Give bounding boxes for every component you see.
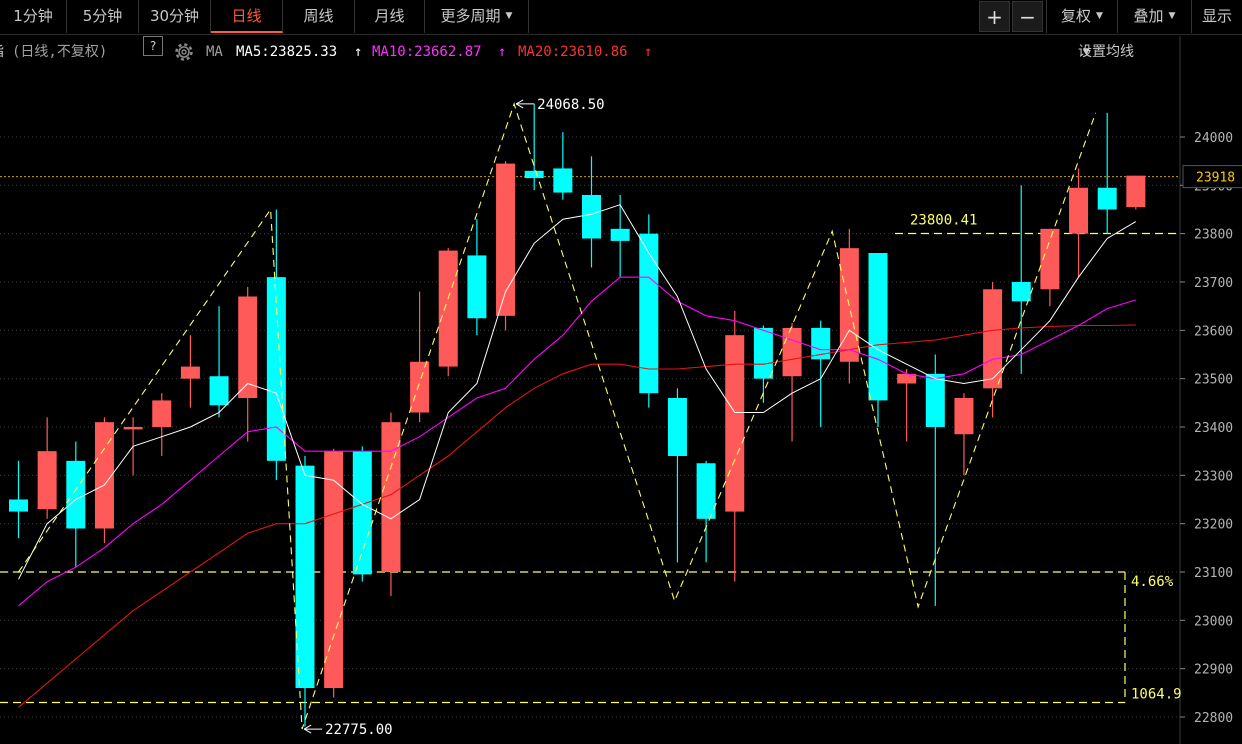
candle-body [696, 463, 716, 519]
candle-body [352, 451, 372, 575]
zoom-out-button[interactable]: − [1012, 1, 1043, 32]
candle-body [1097, 187, 1117, 210]
tab-1min[interactable]: 1分钟 [0, 0, 67, 33]
candle-body [438, 250, 458, 367]
y-tick-label: 23700 [1194, 276, 1233, 291]
y-tick-label: 23800 [1194, 228, 1233, 243]
low-label: 22775.00 [325, 722, 392, 738]
candle-body [753, 327, 773, 379]
y-tick-label: 23600 [1194, 324, 1233, 339]
range-points-label: 1064.9 [1131, 687, 1182, 703]
candle-body [725, 335, 745, 512]
candle-body [324, 451, 344, 688]
fuquan-dropdown[interactable]: 复权 ▼ [1046, 0, 1118, 33]
y-tick-label: 24000 [1194, 131, 1233, 146]
period-toolbar: 1分钟 5分钟 30分钟 日线 周线 月线 更多周期 ▼ + − 复权 ▼ 叠加 ▼ … [0, 0, 1242, 35]
candle-up [381, 412, 401, 597]
ma20-value: MA20:23610.86 [518, 44, 628, 60]
candle-body [1069, 187, 1089, 234]
y-tick-label: 23400 [1194, 421, 1233, 436]
y-tick-label: 23000 [1194, 614, 1233, 629]
candle-body [782, 327, 802, 377]
range-percent-label: 4.66% [1131, 574, 1174, 590]
ma5-value: MA5:23825.33 [236, 44, 338, 60]
candle-body [667, 398, 687, 456]
candle-body [925, 373, 945, 427]
candle-down [639, 214, 659, 408]
candle-body [180, 366, 200, 379]
chevron-down-icon: ▼ [505, 11, 513, 21]
candle-up [496, 161, 516, 331]
level-label: 23800.41 [910, 212, 977, 228]
high-label: 24068.50 [537, 97, 604, 113]
candle-up [438, 248, 458, 377]
candle-body [524, 170, 544, 179]
candle-body [582, 195, 601, 239]
chevron-down-icon: ▼ [1083, 47, 1090, 57]
y-tick-label: 22900 [1194, 663, 1233, 678]
candle-body [553, 168, 573, 193]
candlestick-chart: 22800 22900 23000 23100 23200 23300 23400 23500… [0, 0, 1242, 744]
candle-body [152, 400, 172, 427]
candle-down [352, 446, 372, 582]
more-periods-dropdown[interactable]: 更多周期 ▼ [425, 0, 529, 33]
candle-down [295, 456, 315, 727]
ma-label: MA [206, 44, 223, 60]
ma10-arrow-icon: ↑ [498, 44, 507, 60]
tab-monthly[interactable]: 月线 [355, 0, 425, 33]
chart-mode-label: (日线,不复权) [12, 44, 108, 60]
candle-body [610, 228, 630, 241]
candle-body [467, 255, 487, 319]
ma20-arrow-icon: ↑ [644, 44, 653, 60]
candle-body [410, 361, 430, 413]
overlay-label: 叠加 [1133, 7, 1164, 25]
candle-up [1126, 175, 1146, 210]
zoom-in-button[interactable]: + [979, 1, 1010, 32]
candle-body [868, 253, 888, 401]
chevron-down-icon: ▼ [1168, 11, 1176, 21]
candle-body [209, 376, 229, 406]
candle-body [1126, 175, 1146, 208]
index-title-fragment: 指数 [0, 36, 4, 68]
y-tick-label: 22800 [1194, 711, 1233, 726]
candle-up [94, 417, 114, 543]
chevron-down-icon: ▼ [1096, 11, 1103, 21]
ma10-value: MA10:23662.87 [372, 44, 482, 60]
ma-legend-bar: 指数 (日线,不复权) ? MA MA5:23825.33 ↑ MA10:236… [0, 36, 1180, 68]
candle-body [983, 289, 1003, 389]
candle-body [295, 465, 315, 688]
more-periods-label: 更多周期 [440, 7, 501, 25]
candle-body [123, 427, 143, 430]
candle-body [37, 451, 57, 510]
ma5-arrow-icon: ↑ [354, 44, 363, 60]
y-tick-label: 23300 [1194, 469, 1233, 484]
tab-daily[interactable]: 日线 [211, 0, 283, 33]
tab-30min[interactable]: 30分钟 [139, 0, 211, 33]
fuquan-label: 复权 [1061, 7, 1092, 25]
candle-body [66, 460, 86, 529]
candle-body [954, 398, 974, 435]
y-tick-label: 23100 [1194, 566, 1233, 581]
y-tick-label: 23500 [1194, 373, 1233, 388]
candle-body [238, 296, 258, 398]
candle-body [1011, 282, 1031, 302]
gear-icon[interactable] [173, 36, 195, 68]
help-icon: ? [143, 36, 163, 56]
candle-body [9, 499, 28, 512]
tab-weekly[interactable]: 周线 [283, 0, 355, 33]
candle-up [839, 228, 859, 384]
overlay-dropdown[interactable]: 叠加 ▼ [1118, 0, 1192, 33]
current-price-label: 23918 [1196, 171, 1235, 186]
display-dropdown[interactable]: 显示 [1192, 0, 1242, 33]
tab-5min[interactable]: 5分钟 [67, 0, 139, 33]
y-tick-label: 23200 [1194, 518, 1233, 533]
